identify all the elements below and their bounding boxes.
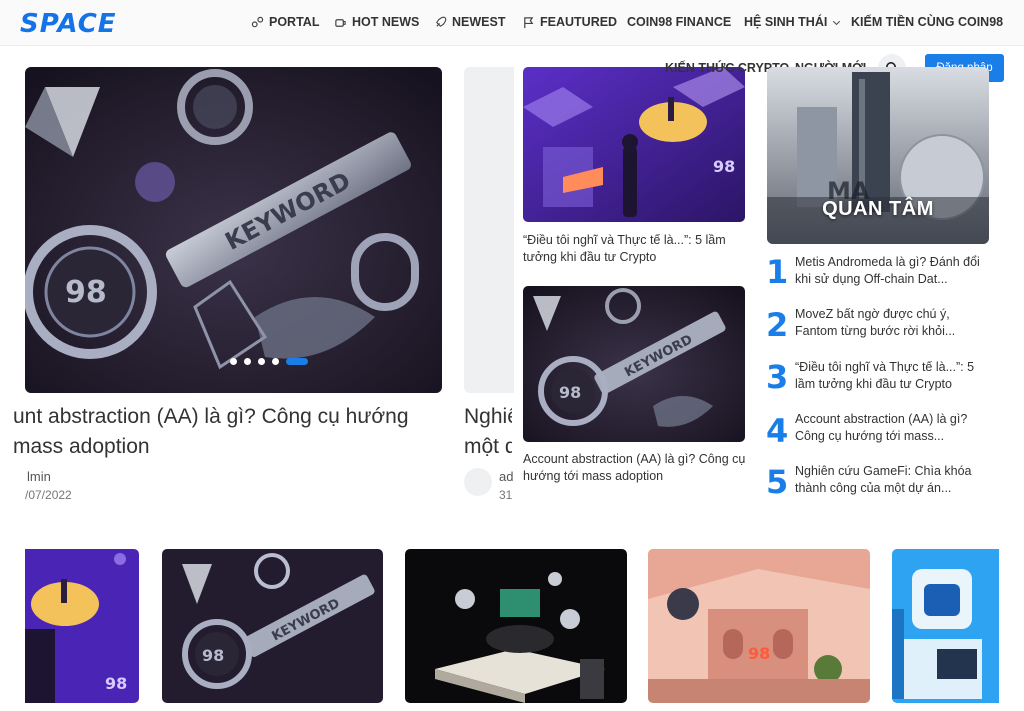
- slide-date: /07/2022: [25, 488, 72, 502]
- slide-title-line-1: unt abstraction (AA) là gì? Công cụ hướn…: [13, 405, 409, 428]
- slide-author[interactable]: lmin: [27, 469, 51, 484]
- slide-2-author[interactable]: ad: [499, 469, 513, 484]
- article-card[interactable]: 98: [648, 549, 870, 703]
- rank-number: 2: [766, 306, 789, 344]
- nav-item-hot-news[interactable]: HOT NEWS: [334, 15, 419, 29]
- article-image-account-abstraction[interactable]: KEYWORD 98: [523, 286, 745, 442]
- nav-label: FEAUTURED: [540, 15, 618, 29]
- slide-2-date: 31: [499, 488, 513, 502]
- ranked-article-title[interactable]: MoveZ bất ngờ được chú ý, Fantom từng bư…: [795, 306, 993, 340]
- slider-dot-active[interactable]: [286, 358, 308, 365]
- coffee-icon: [335, 18, 346, 27]
- nav-label: HỆ SINH THÁI: [744, 15, 828, 29]
- slide-title-line-2: mass adoption: [13, 435, 150, 458]
- slider-dot[interactable]: [244, 358, 251, 365]
- nav-item-coin98-finance[interactable]: COIN98 FINANCE: [627, 15, 731, 29]
- chevron-down-icon: [833, 20, 841, 25]
- slide-2-title-line-2: một d: [464, 435, 512, 458]
- svg-text:98: 98: [65, 275, 107, 310]
- article-title[interactable]: “Điều tôi nghĩ và Thực tế là...”: 5 lầm …: [523, 232, 748, 266]
- nav-label: COIN98 FINANCE: [627, 15, 732, 29]
- article-card[interactable]: [892, 549, 999, 703]
- rank-number: 3: [766, 358, 789, 396]
- nav-item-newest[interactable]: NEWEST: [434, 15, 505, 29]
- rocket-icon: [436, 16, 447, 27]
- site-header: SPACE PORTAL HOT NEWS NEWEST FEAUTURED C…: [0, 0, 1024, 46]
- nav-item-featured[interactable]: FEAUTURED: [522, 15, 617, 29]
- article-title[interactable]: Account abstraction (AA) là gì? Công cụ …: [523, 451, 748, 485]
- ranked-article-title[interactable]: Nghiên cứu GameFi: Chìa khóa thành công …: [795, 463, 993, 497]
- rank-number: 4: [766, 412, 789, 450]
- flag-icon: [524, 16, 534, 28]
- slider-pagination: [230, 358, 308, 365]
- article-card[interactable]: [405, 549, 627, 703]
- featured-slide-image[interactable]: KEYWORD 98: [25, 67, 442, 393]
- svg-text:98: 98: [559, 383, 581, 402]
- svg-text:98: 98: [713, 157, 735, 176]
- ranked-article-title[interactable]: “Điều tôi nghĩ và Thực tế là...”: 5 lầm …: [795, 359, 993, 393]
- slider-dot[interactable]: [258, 358, 265, 365]
- ranked-article-title[interactable]: Account abstraction (AA) là gì? Công cụ …: [795, 411, 993, 445]
- nav-label: KIẾM TIỀN CÙNG COIN98: [851, 15, 1004, 29]
- article-card[interactable]: 98: [25, 549, 139, 703]
- svg-text:98: 98: [105, 674, 127, 693]
- slide-2-title[interactable]: Nghiê một d: [464, 402, 512, 462]
- article-image-crypto-myths[interactable]: 98: [523, 67, 745, 222]
- author-avatar: [464, 468, 492, 496]
- rank-number: 5: [766, 463, 789, 501]
- svg-text:98: 98: [748, 644, 770, 663]
- site-logo[interactable]: SPACE: [20, 9, 117, 39]
- article-card[interactable]: KEYWORD 98: [162, 549, 383, 703]
- quan-tam-heading: QUAN TÂM: [822, 198, 934, 220]
- svg-text:98: 98: [202, 646, 224, 665]
- nav-item-portal[interactable]: PORTAL: [251, 15, 319, 29]
- nav-label: PORTAL: [269, 15, 320, 29]
- nav-item-he-sinh-thai[interactable]: HỆ SINH THÁI: [744, 15, 841, 29]
- portal-icon: [251, 16, 264, 27]
- slider-dot[interactable]: [230, 358, 237, 365]
- nav-item-kiem-tien[interactable]: KIẾM TIỀN CÙNG COIN98: [851, 15, 1003, 29]
- slider-dot[interactable]: [272, 358, 279, 365]
- nav-label: NEWEST: [452, 15, 506, 29]
- slide-2-image[interactable]: [464, 67, 514, 393]
- rank-number: 1: [766, 253, 789, 291]
- slide-2-title-line-1: Nghiê: [464, 405, 512, 428]
- nav-label: HOT NEWS: [352, 15, 420, 29]
- ranked-article-title[interactable]: Metis Andromeda là gì? Đánh đổi khi sử d…: [795, 254, 993, 288]
